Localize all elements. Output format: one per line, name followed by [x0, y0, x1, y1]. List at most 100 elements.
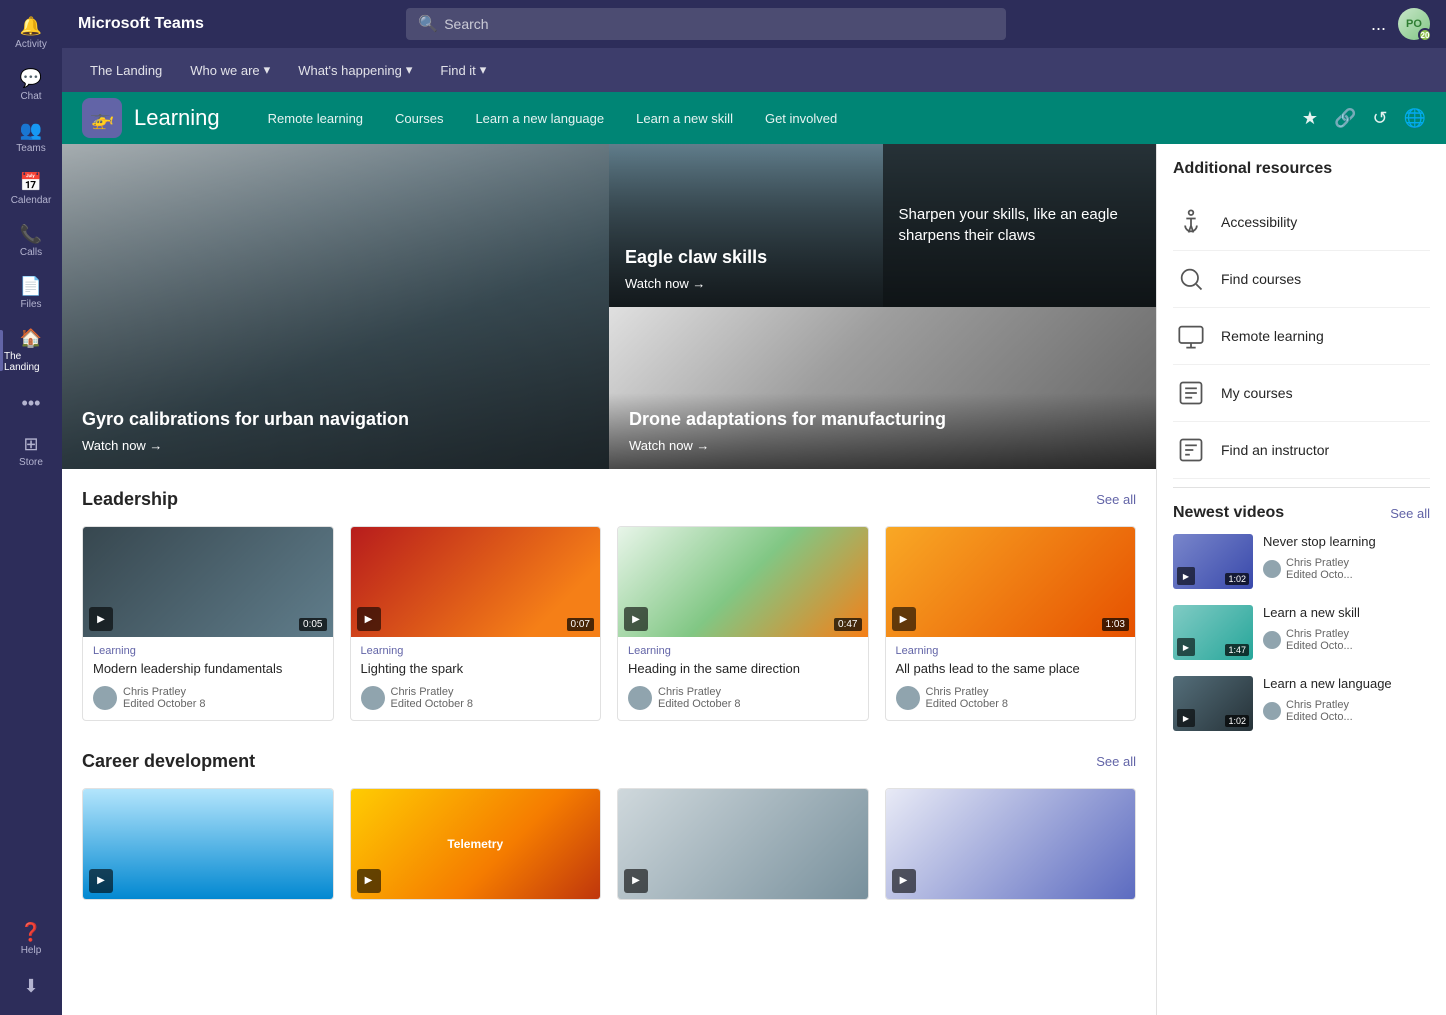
- play-button-3[interactable]: ▶: [624, 607, 648, 631]
- newest-author-row-2: Chris Pratley Edited Octo...: [1263, 628, 1430, 652]
- subnav-item-landing[interactable]: The Landing: [78, 48, 174, 92]
- more-options-button[interactable]: ...: [1371, 14, 1386, 35]
- additional-resources: Additional resources Accessibility: [1157, 144, 1446, 763]
- subnav-item-whats-happening[interactable]: What's happening ▾: [286, 48, 424, 92]
- search-bar[interactable]: 🔍: [406, 8, 1006, 40]
- video-thumb-bg-2: [351, 527, 601, 637]
- video-info-3: Learning Heading in the same direction C…: [618, 637, 868, 720]
- resource-my-courses[interactable]: My courses: [1173, 365, 1430, 422]
- main-area: Microsoft Teams 🔍 ... PO 20 The Landing …: [62, 0, 1446, 1015]
- play-button-1[interactable]: ▶: [89, 607, 113, 631]
- hero-drone-overlay: Drone adaptations for manufacturing Watc…: [609, 393, 1156, 469]
- video-card-3[interactable]: ▶ 0:47 Learning Heading in the same dire…: [617, 526, 869, 721]
- chevron-down-icon-happening: ▾: [406, 62, 413, 78]
- globe-icon[interactable]: 🌐: [1404, 108, 1426, 129]
- newest-thumb-1: ▶ 1:02: [1173, 534, 1253, 589]
- duration-badge-2: 0:07: [567, 618, 594, 631]
- career-play-3[interactable]: ▶: [624, 869, 648, 893]
- video-card-1[interactable]: ▶ 0:05 Learning Modern leadership fundam…: [82, 526, 334, 721]
- career-play-4[interactable]: ▶: [892, 869, 916, 893]
- hero-eagle-link[interactable]: Watch now →: [625, 276, 867, 291]
- store-icon: ⊞: [23, 434, 38, 455]
- learning-nav-skill[interactable]: Learn a new skill: [620, 92, 749, 144]
- career-card-2[interactable]: Telemetry ▶: [350, 788, 602, 900]
- learning-nav-language[interactable]: Learn a new language: [459, 92, 620, 144]
- sidebar-item-store[interactable]: ⊞ Store: [0, 426, 62, 476]
- sidebar-label-activity: Activity: [15, 39, 47, 50]
- play-button-4[interactable]: ▶: [892, 607, 916, 631]
- sidebar-more-button[interactable]: •••: [12, 383, 51, 424]
- author-avatar-3: [628, 686, 652, 710]
- video-author-2: Chris Pratley Edited October 8: [361, 686, 591, 710]
- learning-nav-courses[interactable]: Courses: [379, 92, 459, 144]
- learning-logo-icon: 🚁: [90, 106, 115, 131]
- sidebar-label-landing: The Landing: [4, 351, 58, 373]
- resource-remote-learning[interactable]: Remote learning: [1173, 308, 1430, 365]
- page-body: Gyro calibrations for urban navigation W…: [62, 144, 1446, 1015]
- duration-badge-4: 1:03: [1102, 618, 1129, 631]
- sidebar-item-activity[interactable]: 🔔 Activity: [0, 8, 62, 58]
- learning-nav-remote[interactable]: Remote learning: [252, 92, 379, 144]
- career-card-1[interactable]: ▶: [82, 788, 334, 900]
- resource-find-instructor[interactable]: Find an instructor: [1173, 422, 1430, 479]
- search-input[interactable]: [444, 16, 994, 32]
- newest-video-3[interactable]: ▶ 1:02 Learn a new language Chris Pratle…: [1173, 676, 1430, 731]
- video-card-4[interactable]: ▶ 1:03 Learning All paths lead to the sa…: [885, 526, 1137, 721]
- subnav-item-who-we-are[interactable]: Who we are ▾: [178, 48, 282, 92]
- hero-card-drone[interactable]: Drone adaptations for manufacturing Watc…: [609, 307, 1156, 470]
- sidebar-item-help[interactable]: ❓ Help: [16, 914, 46, 964]
- sidebar-item-files[interactable]: 📄 Files: [0, 268, 62, 318]
- link-icon[interactable]: 🔗: [1334, 108, 1356, 129]
- sidebar-item-the-landing[interactable]: 🏠 The Landing: [0, 320, 62, 381]
- career-play-1[interactable]: ▶: [89, 869, 113, 893]
- hero-eagle-title: Eagle claw skills: [625, 247, 867, 268]
- newest-author-row-1: Chris Pratley Edited Octo...: [1263, 557, 1430, 581]
- newest-author-row-3: Chris Pratley Edited Octo...: [1263, 699, 1430, 723]
- topbar-right: ... PO 20: [1371, 8, 1430, 40]
- leadership-see-all[interactable]: See all: [1096, 492, 1136, 507]
- video-category-3: Learning: [628, 645, 858, 657]
- resource-label-remote-learning: Remote learning: [1221, 328, 1324, 344]
- play-button-2[interactable]: ▶: [357, 607, 381, 631]
- sidebar-nav: 🔔 Activity 💬 Chat 👥 Teams 📅 Calendar 📞 C…: [0, 8, 62, 476]
- career-thumb-3: ▶: [618, 789, 868, 899]
- career-card-3[interactable]: ▶: [617, 788, 869, 900]
- hero-gyro-link[interactable]: Watch now →: [82, 438, 589, 453]
- search-icon: 🔍: [418, 14, 438, 34]
- sidebar-item-calendar[interactable]: 📅 Calendar: [0, 164, 62, 214]
- newest-play-2[interactable]: ▶: [1177, 638, 1195, 656]
- resource-label-accessibility: Accessibility: [1221, 214, 1297, 230]
- star-icon[interactable]: ★: [1302, 108, 1318, 129]
- newest-play-3[interactable]: ▶: [1177, 709, 1195, 727]
- hero-card-eagle[interactable]: Eagle claw skills Watch now → Sharpen yo…: [609, 144, 1156, 307]
- career-thumb-1: ▶: [83, 789, 333, 899]
- sidebar-item-teams[interactable]: 👥 Teams: [0, 112, 62, 162]
- resource-accessibility[interactable]: Accessibility: [1173, 194, 1430, 251]
- career-play-2[interactable]: ▶: [357, 869, 381, 893]
- newest-video-1[interactable]: ▶ 1:02 Never stop learning Chris Pratley…: [1173, 534, 1430, 589]
- video-category-4: Learning: [896, 645, 1126, 657]
- newest-play-1[interactable]: ▶: [1177, 567, 1195, 585]
- learning-nav: Remote learning Courses Learn a new lang…: [252, 92, 1302, 144]
- video-card-2[interactable]: ▶ 0:07 Learning Lighting the spark Chris…: [350, 526, 602, 721]
- newest-see-all[interactable]: See all: [1390, 506, 1430, 521]
- sidebar-item-calls[interactable]: 📞 Calls: [0, 216, 62, 266]
- hero-section: Gyro calibrations for urban navigation W…: [62, 144, 1156, 469]
- resource-find-courses[interactable]: Find courses: [1173, 251, 1430, 308]
- sidebar-item-chat[interactable]: 💬 Chat: [0, 60, 62, 110]
- subnav-item-find-it[interactable]: Find it ▾: [428, 48, 498, 92]
- career-section-header: Career development See all: [82, 751, 1136, 772]
- video-thumb-1: ▶ 0:05: [83, 527, 333, 637]
- learning-nav-involved[interactable]: Get involved: [749, 92, 853, 144]
- newest-video-title-3: Learn a new language: [1263, 676, 1430, 693]
- career-card-4[interactable]: ▶: [885, 788, 1137, 900]
- author-avatar-4: [896, 686, 920, 710]
- hero-drone-link[interactable]: Watch now →: [629, 438, 1136, 453]
- refresh-icon[interactable]: ↺: [1372, 108, 1387, 129]
- sidebar-item-download[interactable]: ⬇: [16, 968, 46, 1007]
- career-see-all[interactable]: See all: [1096, 754, 1136, 769]
- hero-card-gyro[interactable]: Gyro calibrations for urban navigation W…: [62, 144, 609, 469]
- avatar[interactable]: PO 20: [1398, 8, 1430, 40]
- newest-info-3: Learn a new language Chris Pratley Edite…: [1263, 676, 1430, 731]
- newest-video-2[interactable]: ▶ 1:47 Learn a new skill Chris Pratley E…: [1173, 605, 1430, 660]
